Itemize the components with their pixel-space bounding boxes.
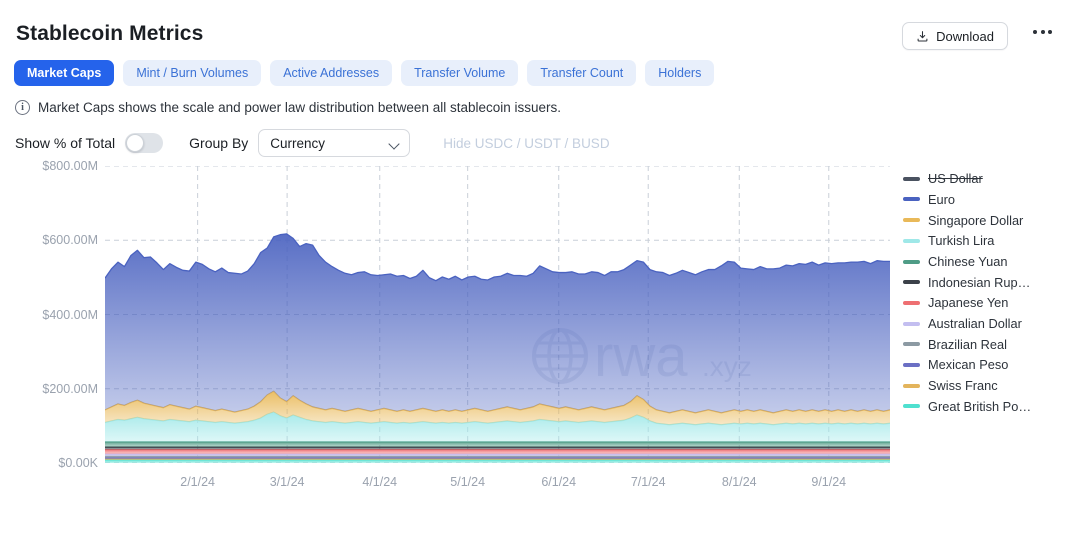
legend-item[interactable]: Mexican Peso bbox=[903, 356, 1078, 374]
legend-item-label: Singapore Dollar bbox=[928, 212, 1024, 228]
legend-item-label: Chinese Yuan bbox=[928, 254, 1008, 269]
legend-item[interactable]: Great British Po… bbox=[903, 398, 1078, 416]
x-axis-labels: 2/1/24 3/1/24 4/1/24 5/1/24 6/1/24 7/1/24 8/1/… bbox=[105, 475, 890, 495]
x-tick-label: 6/1/24 bbox=[541, 475, 577, 489]
legend-item-label: US Dollar bbox=[928, 171, 983, 187]
group-by-select[interactable]: Currency bbox=[258, 129, 411, 157]
legend-color-swatch bbox=[903, 238, 920, 243]
legend-item[interactable]: Turkish Lira bbox=[903, 232, 1078, 250]
x-tick-label: 3/1/24 bbox=[269, 475, 305, 489]
tab-mint-burn-volumes[interactable]: Mint / Burn Volumes bbox=[123, 60, 262, 86]
plot-canvas[interactable]: rwa.xyz bbox=[105, 166, 890, 463]
legend-item-label: Mexican Peso bbox=[928, 357, 1009, 373]
legend-item-label: Indonesian Rup… bbox=[928, 274, 1031, 290]
chart-legend: US Dollar Euro Singapore Dollar Turkish Lir… bbox=[903, 170, 1078, 415]
download-icon bbox=[916, 30, 929, 43]
legend-color-swatch bbox=[903, 321, 920, 326]
legend-color-swatch bbox=[903, 218, 920, 223]
legend-color-swatch bbox=[903, 280, 920, 285]
legend-color-swatch bbox=[903, 176, 920, 181]
tab-holders[interactable]: Holders bbox=[645, 60, 715, 86]
ellipsis-dot bbox=[1033, 30, 1037, 34]
legend-color-swatch bbox=[903, 259, 920, 264]
area-series bbox=[105, 441, 890, 448]
ellipsis-icon[interactable] bbox=[1029, 26, 1056, 38]
legend-item-label: Euro bbox=[928, 191, 956, 207]
x-tick-label: 8/1/24 bbox=[721, 475, 757, 489]
area-series bbox=[105, 449, 890, 455]
y-tick-label: $400.00M bbox=[42, 307, 98, 322]
chevron-down-icon bbox=[389, 138, 400, 149]
x-tick-label: 7/1/24 bbox=[630, 475, 666, 489]
tab-active-addresses[interactable]: Active Addresses bbox=[270, 60, 393, 86]
legend-color-swatch bbox=[903, 362, 920, 367]
legend-item-label: Swiss Franc bbox=[928, 378, 998, 394]
group-by-label: Group By bbox=[189, 135, 249, 151]
y-tick-label: $0.00K bbox=[58, 456, 98, 470]
download-button-label: Download bbox=[936, 28, 994, 44]
show-percent-label: Show % of Total bbox=[15, 135, 116, 151]
area-series bbox=[105, 233, 890, 413]
legend-item-label: Australian Dollar bbox=[928, 316, 1022, 332]
tab-transfer-count[interactable]: Transfer Count bbox=[527, 60, 637, 86]
toggle-knob bbox=[126, 134, 145, 152]
ellipsis-dot bbox=[1048, 30, 1052, 34]
legend-item[interactable]: US Dollar bbox=[903, 170, 1078, 188]
x-tick-label: 5/1/24 bbox=[450, 475, 486, 489]
legend-item[interactable]: Singapore Dollar bbox=[903, 211, 1078, 229]
hide-usdc-usdt-busd-link[interactable]: Hide USDC / USDT / BUSD bbox=[443, 136, 609, 151]
y-tick-label: $800.00M bbox=[42, 159, 98, 173]
legend-item[interactable]: Indonesian Rup… bbox=[903, 273, 1078, 291]
download-button[interactable]: Download bbox=[902, 22, 1008, 50]
x-tick-label: 4/1/24 bbox=[362, 475, 398, 489]
info-banner: i Market Caps shows the scale and power … bbox=[15, 100, 561, 115]
group-by-value: Currency bbox=[270, 135, 326, 151]
legend-color-swatch bbox=[903, 383, 920, 388]
legend-color-swatch bbox=[903, 300, 920, 305]
chart-controls: Show % of Total Group By Currency Hide U… bbox=[15, 129, 610, 157]
legend-item[interactable]: Euro bbox=[903, 191, 1078, 209]
legend-color-swatch bbox=[903, 197, 920, 202]
legend-item[interactable]: Chinese Yuan bbox=[903, 253, 1078, 271]
legend-item-label: Japanese Yen bbox=[928, 295, 1009, 311]
page-title: Stablecoin Metrics bbox=[16, 22, 204, 45]
legend-item-label: Brazilian Real bbox=[928, 336, 1007, 352]
info-banner-text: Market Caps shows the scale and power la… bbox=[38, 100, 562, 115]
legend-item[interactable]: Brazilian Real bbox=[903, 336, 1078, 354]
legend-item[interactable]: Australian Dollar bbox=[903, 315, 1078, 333]
legend-item[interactable]: Japanese Yen bbox=[903, 294, 1078, 312]
x-tick-label: 9/1/24 bbox=[811, 475, 847, 489]
legend-item-label: Great British Po… bbox=[928, 398, 1032, 414]
ellipsis-dot bbox=[1040, 30, 1045, 34]
legend-item[interactable]: Swiss Franc bbox=[903, 377, 1078, 395]
stablecoin-metrics-panel: Stablecoin Metrics Download Market Caps … bbox=[0, 0, 1080, 550]
y-tick-label: $600.00M bbox=[42, 233, 98, 248]
y-tick-label: $200.00M bbox=[42, 381, 98, 396]
tab-market-caps[interactable]: Market Caps bbox=[14, 60, 115, 86]
y-axis-labels: $800.00M $600.00M $400.00M $200.00M $0.00K bbox=[0, 159, 98, 470]
tab-transfer-volume[interactable]: Transfer Volume bbox=[401, 60, 519, 86]
legend-item-label: Turkish Lira bbox=[928, 233, 995, 249]
metric-tabs: Market Caps Mint / Burn Volumes Active A… bbox=[14, 60, 715, 86]
x-tick-label: 2/1/24 bbox=[180, 475, 216, 489]
legend-color-swatch bbox=[903, 404, 920, 409]
info-circle-icon: i bbox=[15, 100, 30, 115]
legend-color-swatch bbox=[903, 342, 920, 347]
show-percent-toggle[interactable] bbox=[125, 133, 164, 153]
